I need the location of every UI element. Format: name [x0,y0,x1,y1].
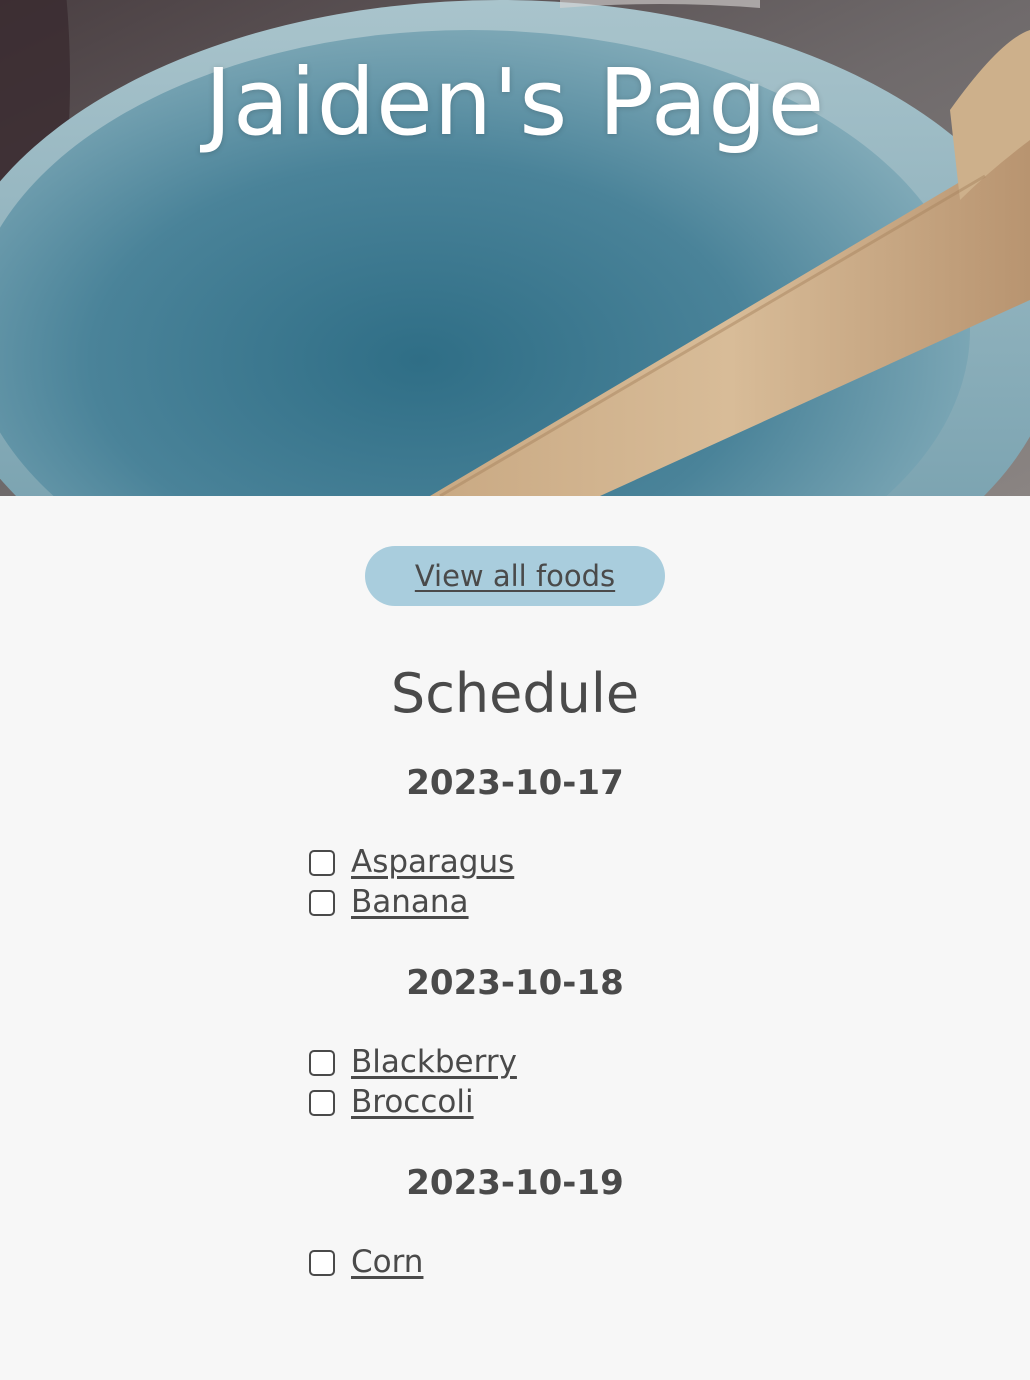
food-checkbox[interactable] [309,1249,335,1276]
list-item: Asparagus [0,843,1030,883]
list-item: Broccoli [0,1083,1030,1123]
schedule-day: 2023-10-17 Asparagus Banana [0,763,1030,923]
food-checkbox[interactable] [309,1089,335,1116]
food-link[interactable]: Broccoli [351,1087,474,1118]
list-item: Banana [0,883,1030,923]
schedule-heading: Schedule [390,662,640,725]
schedule-days: 2023-10-17 Asparagus Banana 2023-10-18 B… [0,763,1030,1283]
food-checkbox[interactable] [309,889,335,916]
food-link[interactable]: Corn [351,1247,423,1278]
day-date: 2023-10-17 [406,762,624,803]
list-item: Corn [0,1243,1030,1283]
food-checkbox[interactable] [309,849,335,876]
schedule-day: 2023-10-19 Corn [0,1163,1030,1283]
food-list: Asparagus Banana [0,843,1030,923]
view-all-foods-button[interactable]: View all foods [365,546,665,606]
schedule-day: 2023-10-18 Blackberry Broccoli [0,963,1030,1123]
food-checkbox[interactable] [309,1049,335,1076]
list-item: Blackberry [0,1043,1030,1083]
main-content: View all foods Schedule 2023-10-17 Aspar… [0,496,1030,1283]
food-list: Corn [0,1243,1030,1283]
day-date: 2023-10-19 [406,1162,624,1203]
food-list: Blackberry Broccoli [0,1043,1030,1123]
hero-banner: Jaiden's Page [0,0,1030,496]
food-link[interactable]: Blackberry [351,1047,517,1078]
food-link[interactable]: Asparagus [351,847,514,878]
page-title: Jaiden's Page [204,49,826,156]
day-date: 2023-10-18 [406,962,624,1003]
food-link[interactable]: Banana [351,887,469,918]
